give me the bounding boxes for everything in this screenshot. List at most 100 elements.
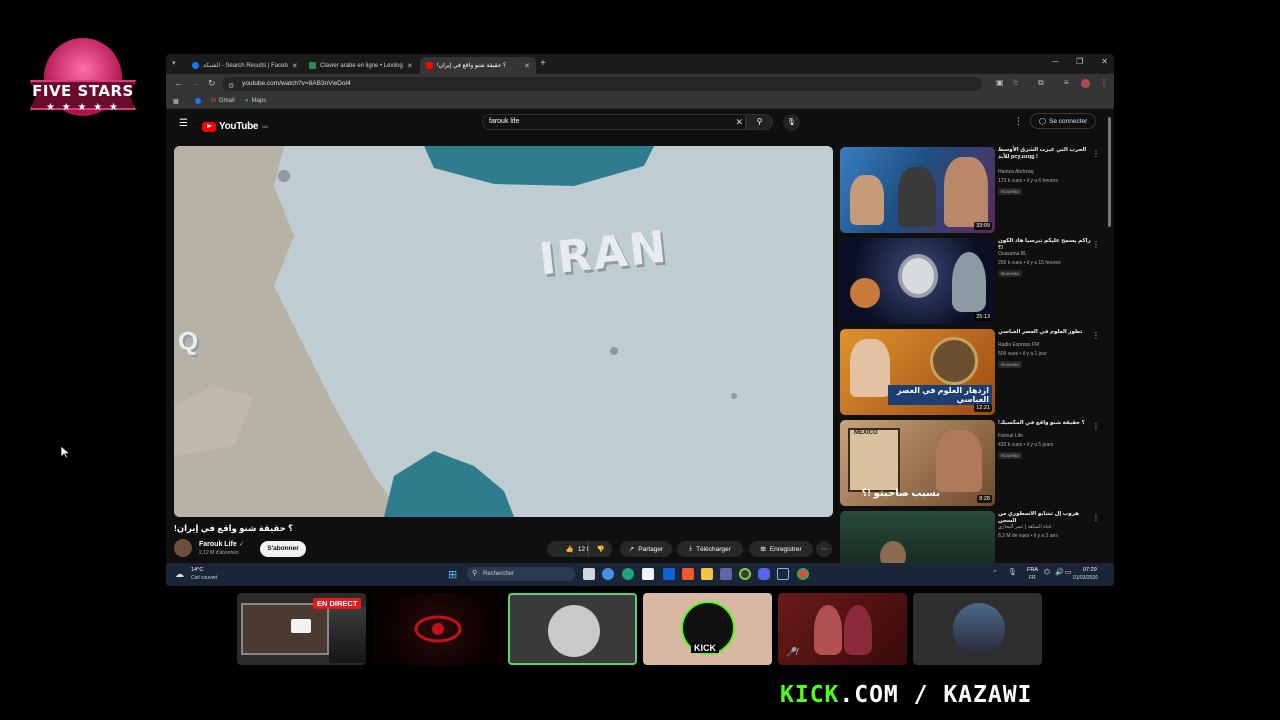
- file-explorer-icon[interactable]: [701, 568, 713, 580]
- new-tab-button[interactable]: +: [540, 58, 546, 69]
- maps-bookmark[interactable]: ● Maps: [245, 98, 266, 104]
- close-icon[interactable]: ✕: [407, 62, 413, 70]
- taskbar-search[interactable]: ⚲ Rechercher: [467, 567, 575, 581]
- tab-title: Clavier arabe en ligne • Lexilog: [320, 62, 403, 69]
- recommendation-item[interactable]: MEXICO بسبب صاحبتو !؟ 8:28 !؟ حقيقة شنو …: [840, 420, 1110, 508]
- discord-icon[interactable]: [758, 568, 770, 580]
- site-info-icon[interactable]: ⚙: [228, 80, 234, 94]
- search-button[interactable]: ⚲: [746, 114, 773, 130]
- tab-title: !؟ حقيقة شنو واقع في إيران: [437, 63, 507, 69]
- recommendation-item[interactable]: هروب إل تشابو الأسطوري من السجن قناة الس…: [840, 511, 1110, 563]
- more-options-icon[interactable]: ⋮: [1092, 149, 1100, 158]
- recommendation-item[interactable]: 33:09 الحرب التي غيرت الشرق الأوسط للأبد…: [840, 147, 1110, 235]
- app-icon[interactable]: [739, 568, 751, 580]
- recommendation-item[interactable]: ازدهار العلوم في العصر العباسي 12:21 تطو…: [840, 329, 1110, 417]
- gmail-bookmark[interactable]: M Gmail: [211, 98, 235, 104]
- save-button[interactable]: ⊞ Enregistrer: [749, 541, 813, 557]
- download-button[interactable]: ⤓ Télécharger: [677, 541, 743, 557]
- profile-avatar[interactable]: [1081, 79, 1090, 88]
- recommendation-meta: 509 vues • il y a 1 jour: [998, 351, 1047, 357]
- live-badge: EN DIRECT: [313, 598, 362, 609]
- recommendation-channel[interactable]: Farouk Life: [998, 433, 1023, 439]
- weather-icon[interactable]: ☁: [175, 569, 184, 580]
- close-icon[interactable]: ✕: [292, 62, 298, 70]
- recommendation-title[interactable]: تطور العلوم في العصر العباسي: [998, 329, 1094, 336]
- search-input[interactable]: farouk life ✕: [482, 114, 746, 130]
- tab-lexilogos[interactable]: Clavier arabe en ligne • Lexilog ✕: [303, 57, 417, 74]
- brave-icon[interactable]: [682, 568, 694, 580]
- more-options-icon[interactable]: ⋮: [1014, 116, 1023, 127]
- close-icon[interactable]: ✕: [524, 62, 530, 70]
- store-icon[interactable]: [642, 568, 654, 580]
- apps-icon[interactable]: ▦: [173, 98, 179, 105]
- share-button[interactable]: ↗ Partager: [620, 541, 672, 557]
- page-scrollbar[interactable]: [1108, 117, 1111, 227]
- subscriber-count: 2,12 M d'abonnés: [199, 550, 239, 556]
- reload-icon[interactable]: ↻: [208, 78, 216, 89]
- tab-title: الشبكة - Search Results | Faceb: [203, 63, 288, 69]
- mic-tray-icon[interactable]: 🎙: [1008, 568, 1017, 576]
- weather-temp: 14°C: [191, 567, 204, 573]
- tab-search-icon[interactable]: ▾: [172, 59, 176, 67]
- battery-icon[interactable]: ▭: [1065, 568, 1072, 576]
- hamburger-menu-icon[interactable]: ☰: [179, 118, 188, 129]
- network-icon[interactable]: ⌬: [1044, 568, 1050, 576]
- recommendation-channel[interactable]: Radio Express FM: [998, 342, 1039, 348]
- teams-icon[interactable]: [720, 568, 732, 580]
- minimize-icon[interactable]: ─: [1052, 57, 1058, 66]
- media-icon[interactable]: ≡: [1064, 78, 1069, 87]
- more-options-icon[interactable]: ⋮: [1092, 331, 1100, 340]
- video-player[interactable]: IRAN Q: [174, 146, 833, 517]
- voice-search-button[interactable]: 🎙: [783, 114, 800, 131]
- copilot-icon[interactable]: [602, 568, 614, 580]
- youtube-logo[interactable]: YouTube MA: [202, 121, 268, 132]
- facebook-bookmark[interactable]: [195, 98, 201, 104]
- bookmark-star-icon[interactable]: ☆: [1012, 78, 1019, 87]
- url-field[interactable]: ⚙ youtube.com/watch?v=8AB3nVwDol4: [222, 77, 982, 91]
- save-icon: ⊞: [760, 546, 766, 553]
- channel-avatar[interactable]: [174, 539, 192, 557]
- forward-icon[interactable]: →: [191, 78, 200, 88]
- screen-share-icon: [291, 619, 311, 633]
- video-thumbnail[interactable]: 33:09: [840, 147, 995, 233]
- task-view-icon[interactable]: [583, 568, 595, 580]
- more-options-icon[interactable]: ⋮: [1092, 240, 1100, 249]
- recommendation-meta: 255 k vues • il y a 15 heures: [998, 260, 1061, 266]
- outlook-icon[interactable]: [663, 568, 675, 580]
- more-actions-button[interactable]: ⋯: [816, 541, 832, 557]
- input-language[interactable]: FRA: [1027, 567, 1038, 573]
- more-options-icon[interactable]: ⋮: [1092, 513, 1100, 522]
- chrome-icon[interactable]: [797, 568, 809, 580]
- subscribe-button[interactable]: S'abonner: [260, 541, 306, 557]
- recommendation-title[interactable]: !؟ حقيقة شنو واقع في المكسيك: [998, 420, 1094, 427]
- install-icon[interactable]: ▣: [996, 78, 1004, 87]
- clock-time[interactable]: 07:29: [1083, 567, 1097, 573]
- video-thumbnail[interactable]: 25:13: [840, 238, 995, 324]
- tray-chevron-icon[interactable]: ⌃: [992, 569, 998, 577]
- windows-start-icon[interactable]: ⊞: [448, 568, 457, 581]
- recommendation-channel[interactable]: Hamza Abdrzaq: [998, 169, 1034, 175]
- edge-icon[interactable]: [622, 568, 634, 580]
- recommendation-channel[interactable]: قناة الساهد | عمر البخاري: [998, 524, 1051, 530]
- volume-icon[interactable]: 🔊: [1055, 568, 1064, 576]
- browser-menu-icon[interactable]: ⋮: [1100, 78, 1108, 87]
- dislike-button[interactable]: 👎: [588, 541, 612, 557]
- close-window-icon[interactable]: ✕: [1101, 57, 1108, 66]
- video-thumbnail[interactable]: MEXICO بسبب صاحبتو !؟ 8:28: [840, 420, 995, 506]
- more-options-icon[interactable]: ⋮: [1092, 422, 1100, 431]
- steam-icon[interactable]: [777, 568, 789, 580]
- back-icon[interactable]: ←: [174, 78, 183, 88]
- sign-in-button[interactable]: ◯ Se connecter: [1030, 113, 1096, 129]
- recommendation-channel[interactable]: Oussama BL: [998, 251, 1027, 257]
- webcam-tile: [373, 593, 502, 665]
- restore-icon[interactable]: ❐: [1076, 57, 1083, 66]
- channel-name[interactable]: Farouk Life ✓: [199, 540, 245, 548]
- recommendation-item[interactable]: 25:13 راكم يسمح عليكم تبرسيا هاد الكون !…: [840, 238, 1110, 326]
- recommendation-title[interactable]: الحرب التي غيرت الشرق الأوسط للأبد pcy.u…: [998, 147, 1094, 161]
- video-thumbnail[interactable]: [840, 511, 995, 563]
- extensions-icon[interactable]: ⧉: [1038, 78, 1044, 88]
- tab-youtube[interactable]: !؟ حقيقة شنو واقع في إيران ✕: [420, 57, 536, 74]
- clear-search-icon[interactable]: ✕: [735, 115, 743, 129]
- tab-facebook[interactable]: الشبكة - Search Results | Faceb ✕: [186, 57, 300, 74]
- video-thumbnail[interactable]: ازدهار العلوم في العصر العباسي 12:21: [840, 329, 995, 415]
